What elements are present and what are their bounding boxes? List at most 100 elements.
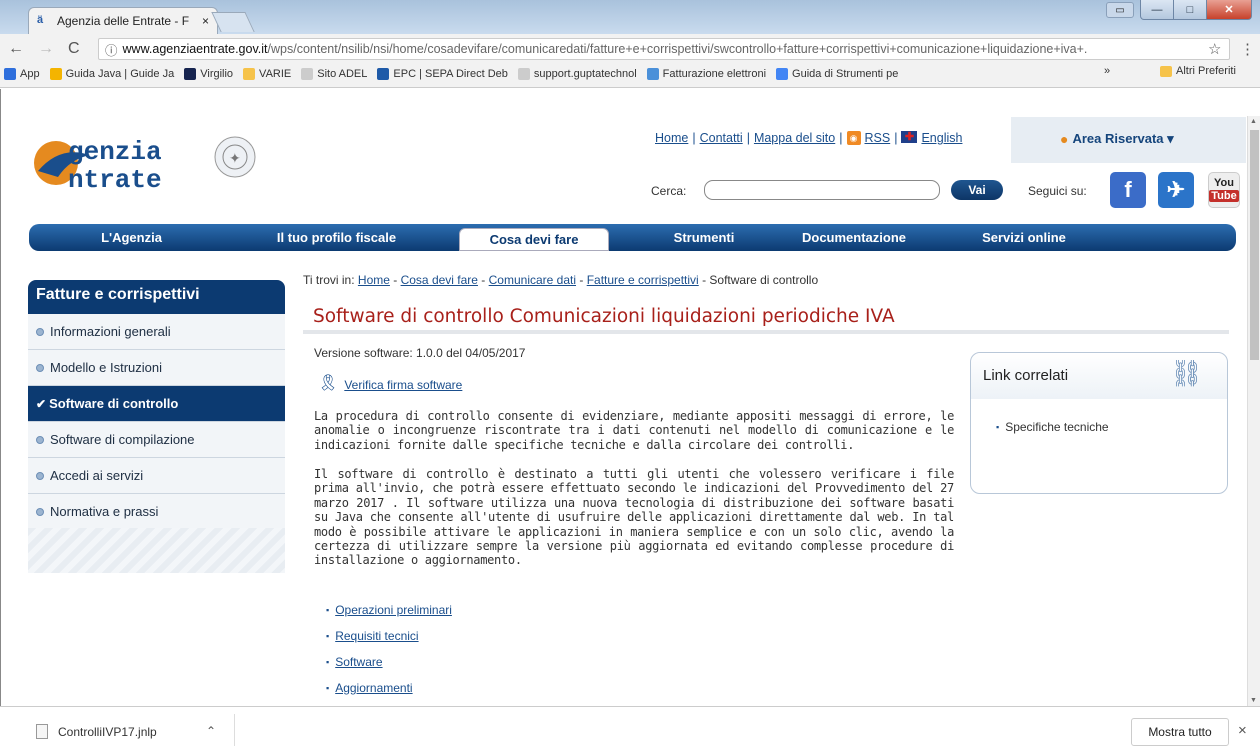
chevron-up-icon[interactable]: ⌃	[206, 724, 216, 738]
social-label: Seguici su:	[1028, 184, 1087, 198]
bookmark-item[interactable]: Sito ADEL	[301, 68, 367, 80]
show-all-button[interactable]: Mostra tutto	[1131, 718, 1229, 746]
related-link-label[interactable]: Specifiche tecniche	[1005, 420, 1108, 434]
top-link-english[interactable]: English	[921, 131, 962, 145]
software-version: Versione software: 1.0.0 del 04/05/2017	[314, 346, 526, 360]
search-button[interactable]: Vai	[951, 180, 1003, 200]
related-link-specifiche[interactable]: ▪ Specifiche tecniche	[996, 420, 1109, 434]
bookmark-item[interactable]: support.guptatechnol	[517, 68, 637, 80]
user-icon: ●	[1060, 131, 1069, 147]
bookmarks-overflow-button[interactable]: »	[1104, 65, 1110, 77]
info-icon[interactable]: ⓘ	[105, 40, 118, 59]
sidebar-item-informazioni[interactable]: Informazioni generali	[28, 314, 285, 350]
breadcrumb: Ti trovi in: Home - Cosa devi fare - Com…	[303, 273, 819, 287]
bullet-icon: ▪	[326, 657, 330, 667]
page-scrollbar[interactable]: ▲ ▼	[1247, 116, 1260, 706]
sidebar-item-accedi[interactable]: Accedi ai servizi	[28, 458, 285, 494]
sidebar-item-software-compilazione[interactable]: Software di compilazione	[28, 422, 285, 458]
doc-link-software[interactable]: ▪ Software	[326, 655, 383, 669]
download-shelf	[0, 706, 1260, 756]
bookmark-item[interactable]: EPC | SEPA Direct Deb	[377, 68, 508, 80]
svg-text:✦: ✦	[229, 150, 241, 166]
page-title: Software di controllo Comunicazioni liqu…	[313, 306, 895, 327]
scroll-up-icon[interactable]: ▲	[1250, 118, 1257, 125]
bookmark-item[interactable]: VARIE	[243, 68, 291, 80]
twitter-icon[interactable]: ✈	[1158, 172, 1194, 208]
doc-link-label[interactable]: Requisiti tecnici	[335, 629, 418, 643]
bookmark-item[interactable]: Guida di Strumenti pe	[776, 68, 898, 80]
maximize-button[interactable]: □	[1173, 0, 1207, 20]
doc-link-label[interactable]: Aggiornamenti	[335, 681, 412, 695]
close-window-button[interactable]: ✕	[1206, 0, 1252, 20]
doc-link-label[interactable]: Software	[335, 655, 382, 669]
other-bookmarks-folder[interactable]: Altri Preferiti	[1160, 65, 1236, 77]
breadcrumb-home[interactable]: Home	[358, 273, 390, 287]
bullet-icon	[36, 435, 44, 444]
bookmark-star-icon[interactable]: ☆	[1208, 40, 1221, 58]
window-menu-icon[interactable]: ▭	[1106, 2, 1134, 18]
nav-item-cosa-devi-fare[interactable]: Cosa devi fare	[459, 228, 609, 251]
url-path: /wps/content/nsilib/nsi/home/cosadevifar…	[267, 42, 1088, 56]
bookmark-item[interactable]: App	[4, 68, 40, 80]
bullet-icon: ▪	[326, 605, 330, 615]
link-chain-icon: ⛓	[1170, 358, 1204, 388]
top-link-mappa[interactable]: Mappa del sito	[754, 131, 835, 145]
close-icon[interactable]: ×	[1238, 722, 1247, 739]
bookmark-favicon-icon	[517, 68, 530, 80]
download-filename: ControlliIVP17.jnlp	[58, 724, 157, 739]
nav-item-servizi-online[interactable]: Servizi online	[929, 224, 1119, 251]
area-riservata-label: Area Riservata ▾	[1072, 131, 1174, 146]
verify-signature-link[interactable]: Verifica firma software	[344, 378, 462, 392]
nav-item-profilo[interactable]: Il tuo profilo fiscale	[234, 224, 439, 251]
breadcrumb-fatture[interactable]: Fatture e corrispettivi	[587, 273, 699, 287]
bookmark-label: App	[20, 68, 40, 80]
doc-link-label[interactable]: Operazioni preliminari	[335, 603, 452, 617]
sidebar-item-label: Software di compilazione	[50, 432, 195, 447]
youtube-icon[interactable]: You Tube	[1208, 172, 1240, 208]
search-input[interactable]	[704, 180, 940, 200]
bookmark-item[interactable]: Virgilio	[184, 68, 233, 80]
sidebar-item-normativa[interactable]: Normativa e prassi	[28, 494, 285, 530]
minimize-button[interactable]: —	[1140, 0, 1174, 20]
description-paragraph-1: La procedura di controllo consente di ev…	[314, 409, 954, 452]
breadcrumb-comunicare-dati[interactable]: Comunicare dati	[489, 273, 576, 287]
breadcrumb-cosa-devi-fare[interactable]: Cosa devi fare	[401, 273, 478, 287]
nav-item-strumenti[interactable]: Strumenti	[629, 224, 779, 251]
agenzia-entrate-logo[interactable]: genzia ntrate ✦	[30, 125, 260, 195]
back-arrow-icon[interactable]: ←	[8, 40, 24, 58]
bullet-icon: ▪	[326, 631, 330, 641]
bookmark-item[interactable]: Fatturazione elettroni	[646, 68, 767, 80]
bookmark-item[interactable]: Guida Java | Guide Ja	[49, 68, 174, 80]
bullet-icon: ▪	[326, 683, 330, 693]
sidebar-footer-pattern	[28, 528, 285, 573]
scrollbar-thumb[interactable]	[1250, 130, 1259, 360]
area-riservata-button[interactable]: ● Area Riservata ▾	[1060, 131, 1174, 147]
bullet-icon	[36, 363, 44, 372]
doc-link-aggiornamenti[interactable]: ▪ Aggiornamenti	[326, 681, 413, 695]
shelf-divider	[234, 714, 235, 746]
browser-menu-icon[interactable]: ⋮	[1240, 40, 1255, 58]
bullet-icon	[36, 507, 44, 516]
scroll-down-icon[interactable]: ▼	[1250, 697, 1257, 704]
facebook-icon[interactable]: f	[1110, 172, 1146, 208]
sidebar-item-software-controllo[interactable]: ✔ Software di controllo	[28, 386, 285, 422]
nav-item-documentazione[interactable]: Documentazione	[779, 224, 929, 251]
address-bar[interactable]: ⓘ www.agenziaentrate.gov.it/wps/content/…	[98, 38, 1230, 60]
download-item[interactable]: ControlliIVP17.jnlp	[36, 724, 157, 739]
top-link-rss[interactable]: RSS	[865, 131, 891, 145]
doc-link-requisiti[interactable]: ▪ Requisiti tecnici	[326, 629, 419, 643]
doc-link-operazioni[interactable]: ▪ Operazioni preliminari	[326, 603, 452, 617]
bookmark-label: Guida di Strumenti pe	[792, 68, 899, 80]
top-link-home[interactable]: Home	[655, 131, 688, 145]
tab-close-icon[interactable]: ×	[202, 14, 209, 28]
reload-icon[interactable]: C	[68, 40, 80, 58]
bookmark-favicon-icon	[4, 68, 16, 80]
forward-arrow-icon[interactable]: →	[38, 40, 54, 58]
sidebar-item-modello[interactable]: Modello e Istruzioni	[28, 350, 285, 386]
browser-tab[interactable]: ä Agenzia delle Entrate - F ×	[28, 7, 218, 34]
bookmark-label: Fatturazione elettroni	[662, 68, 767, 80]
title-divider	[303, 330, 1229, 334]
top-link-contatti[interactable]: Contatti	[700, 131, 743, 145]
nav-item-agenzia[interactable]: L'Agenzia	[29, 224, 234, 251]
folder-icon	[1160, 65, 1172, 77]
